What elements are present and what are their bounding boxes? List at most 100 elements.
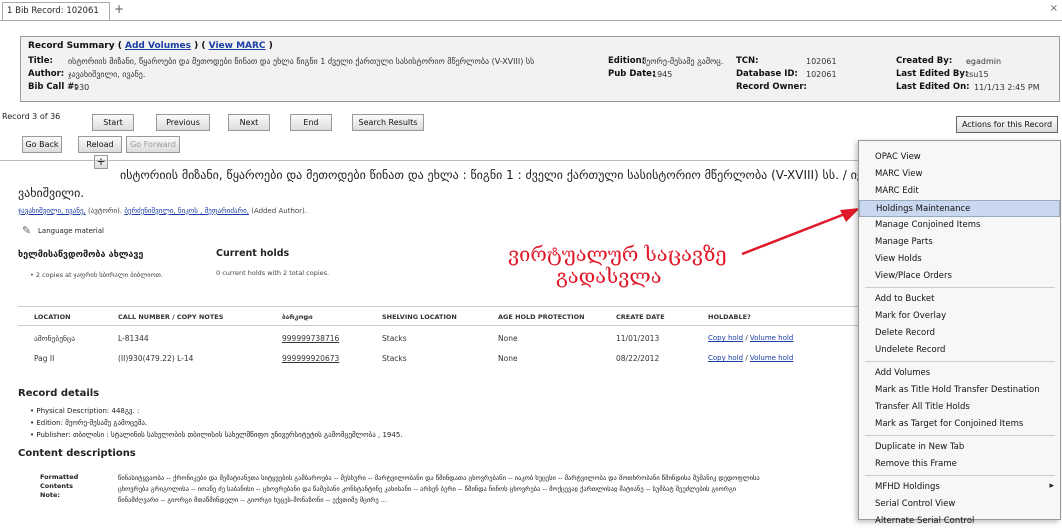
submenu-arrow-icon: ▸ bbox=[1049, 481, 1054, 491]
previous-button[interactable]: Previous bbox=[156, 114, 210, 131]
menu-item-holdings-maintenance[interactable]: Holdings Maintenance bbox=[859, 200, 1060, 217]
table-row-barcode-link[interactable]: 999999738716 bbox=[282, 334, 339, 343]
title-label: Title: bbox=[28, 56, 53, 66]
volume-hold-link[interactable]: Volume hold bbox=[750, 334, 793, 342]
table-row-age: None bbox=[498, 354, 518, 363]
format-label: Language material bbox=[38, 227, 104, 235]
author-role: (ავტორი). bbox=[87, 207, 123, 215]
menu-item-delete-record[interactable]: Delete Record bbox=[859, 325, 1060, 342]
book-icon: ✎ bbox=[22, 224, 32, 237]
content-descriptions-heading: Content descriptions bbox=[18, 448, 136, 459]
go-forward-button: Go Forward bbox=[126, 136, 180, 153]
expand-icon[interactable]: + bbox=[94, 155, 108, 169]
col-barcode: ბარკოდი bbox=[282, 313, 313, 321]
menu-item-add-volumes[interactable]: Add Volumes bbox=[859, 365, 1060, 382]
last-edited-on-value: 11/1/13 2:45 PM bbox=[974, 83, 1040, 92]
added-author-link[interactable]: ბერძენიშვილი, ნიკოს , მეფარიძარი, bbox=[124, 207, 249, 215]
content-divider bbox=[0, 160, 858, 161]
menu-item-duplicate-in-new-tab[interactable]: Duplicate in New Tab bbox=[859, 439, 1060, 456]
availability-heading: ხელმისაწვდომობა ახლავე bbox=[18, 250, 144, 260]
paren: ) ( bbox=[194, 41, 206, 51]
search-results-button[interactable]: Search Results bbox=[352, 114, 424, 131]
volume-hold-link[interactable]: Volume hold bbox=[750, 354, 793, 362]
start-button[interactable]: Start bbox=[92, 114, 134, 131]
col-holdable: HOLDABLE? bbox=[708, 313, 751, 321]
edition-label: Edition: bbox=[608, 56, 646, 66]
close-tab-icon[interactable]: × bbox=[1050, 3, 1058, 14]
database-id-value: 102061 bbox=[806, 70, 837, 79]
end-button[interactable]: End bbox=[290, 114, 332, 131]
current-holds-text: 0 current holds with 2 total copies. bbox=[216, 269, 330, 277]
col-call-number: CALL NUMBER / COPY NOTES bbox=[118, 313, 224, 321]
paren: ( bbox=[117, 41, 122, 51]
copy-hold-link[interactable]: Copy hold bbox=[708, 334, 743, 342]
tab-divider bbox=[0, 20, 1062, 21]
table-row-shelving: Stacks bbox=[382, 334, 407, 343]
author-link[interactable]: ჯავახიშვილი, ივანე, bbox=[18, 207, 86, 215]
actions-context-menu: OPAC View MARC View MARC Edit Holdings Main… bbox=[858, 140, 1061, 526]
record-title-continued: ვახიშვილი. bbox=[18, 186, 85, 200]
go-back-button[interactable]: Go Back bbox=[22, 136, 62, 153]
created-by-label: Created By: bbox=[896, 56, 953, 66]
current-holds-heading: Current holds bbox=[216, 248, 290, 259]
table-row-barcode-link[interactable]: 999999920673 bbox=[282, 354, 339, 363]
new-tab-button[interactable]: + bbox=[114, 2, 124, 16]
added-author-role: (Added Author). bbox=[251, 207, 307, 215]
table-row-date: 08/22/2012 bbox=[616, 354, 660, 363]
contents-line-3: წინამძღვარი -- გიორგი მთაწმინდელი -- გიო… bbox=[118, 496, 387, 504]
copy-hold-link[interactable]: Copy hold bbox=[708, 354, 743, 362]
next-button[interactable]: Next bbox=[228, 114, 270, 131]
annotation-text-line2: გადასვლა bbox=[556, 264, 662, 288]
menu-item-transfer-all-title-holds[interactable]: Transfer All Title Holds bbox=[859, 399, 1060, 416]
record-authors: ჯავახიშვილი, ივანე, (ავტორი). ბერძენიშვი… bbox=[18, 207, 307, 215]
add-volumes-link[interactable]: Add Volumes bbox=[125, 41, 191, 51]
pubdate-value: 1945 bbox=[652, 70, 673, 79]
menu-item-view-place-orders[interactable]: View/Place Orders bbox=[859, 268, 1060, 285]
menu-item-serial-control-view[interactable]: Serial Control View bbox=[859, 496, 1060, 513]
col-shelving: SHELVING LOCATION bbox=[382, 313, 457, 321]
bib-call-label: Bib Call #: bbox=[28, 82, 78, 92]
menu-item-marc-edit[interactable]: MARC Edit bbox=[859, 183, 1060, 200]
contents-line-1: წინასიტყვაობა -- ქრონიკები და მემატიანეთ… bbox=[118, 474, 760, 482]
menu-item-undelete-record[interactable]: Undelete Record bbox=[859, 342, 1060, 359]
table-row-call: (II)930(479.22) L-14 bbox=[118, 354, 194, 363]
table-row-holds: Copy hold / Volume hold bbox=[708, 354, 794, 362]
author-value: ჯავახიშვილი, ივანე. bbox=[68, 70, 146, 79]
edition-value: მეორე-მესამე გამოც. bbox=[642, 57, 724, 66]
menu-item-mark-as-title-hold-transfer-destination[interactable]: Mark as Title Hold Transfer Destination bbox=[859, 382, 1060, 399]
actions-for-record-button[interactable]: Actions for this Record bbox=[956, 116, 1058, 133]
annotation-arrow bbox=[741, 208, 860, 256]
last-edited-on-label: Last Edited On: bbox=[896, 82, 970, 92]
view-marc-link[interactable]: View MARC bbox=[209, 41, 266, 51]
tcn-label: TCN: bbox=[736, 56, 759, 66]
menu-item-marc-view[interactable]: MARC View bbox=[859, 166, 1060, 183]
record-owner-label: Record Owner: bbox=[736, 82, 807, 92]
table-row-age: None bbox=[498, 334, 518, 343]
pubdate-label: Pub Date: bbox=[608, 69, 656, 79]
last-edited-by-label: Last Edited By: bbox=[896, 69, 969, 79]
tab-bib-record[interactable]: 1 Bib Record: 102061 bbox=[2, 2, 110, 20]
menu-separator bbox=[865, 287, 1055, 288]
menu-item-mfhd-holdings[interactable]: MFHD Holdings bbox=[859, 479, 1060, 496]
menu-item-mark-as-target-for-conjoined-items[interactable]: Mark as Target for Conjoined Items bbox=[859, 416, 1060, 433]
menu-item-manage-parts[interactable]: Manage Parts bbox=[859, 234, 1060, 251]
menu-item-add-to-bucket[interactable]: Add to Bucket bbox=[859, 291, 1060, 308]
table-row-date: 11/01/2013 bbox=[616, 334, 660, 343]
record-title: ისტორიის მიზანი, წყაროები და მეთოდები წი… bbox=[120, 168, 858, 182]
summary-heading-text: Record Summary bbox=[28, 41, 115, 51]
bib-call-value: 930 bbox=[74, 83, 90, 92]
menu-item-view-holds[interactable]: View Holds bbox=[859, 251, 1060, 268]
menu-item-opac-view[interactable]: OPAC View bbox=[859, 149, 1060, 166]
table-row-location: ამონებენცა bbox=[34, 334, 76, 343]
reload-button[interactable]: Reload bbox=[78, 136, 122, 153]
menu-item-remove-this-frame[interactable]: Remove this Frame bbox=[859, 456, 1060, 473]
last-edited-by-value: tsu15 bbox=[966, 70, 989, 79]
physical-description: • Physical Description: 448გვ. : bbox=[30, 407, 140, 415]
paren: ) bbox=[268, 41, 273, 51]
menu-item-alternate-serial-control[interactable]: Alternate Serial Control bbox=[859, 513, 1060, 530]
menu-item-mark-for-overlay[interactable]: Mark for Overlay bbox=[859, 308, 1060, 325]
tcn-value: 102061 bbox=[806, 57, 837, 66]
menu-item-manage-conjoined-items[interactable]: Manage Conjoined Items bbox=[859, 217, 1060, 234]
table-row-call: L-81344 bbox=[118, 334, 149, 343]
publisher-detail: • Publisher: თბილისი : სტალინის სახელობი… bbox=[30, 431, 403, 439]
